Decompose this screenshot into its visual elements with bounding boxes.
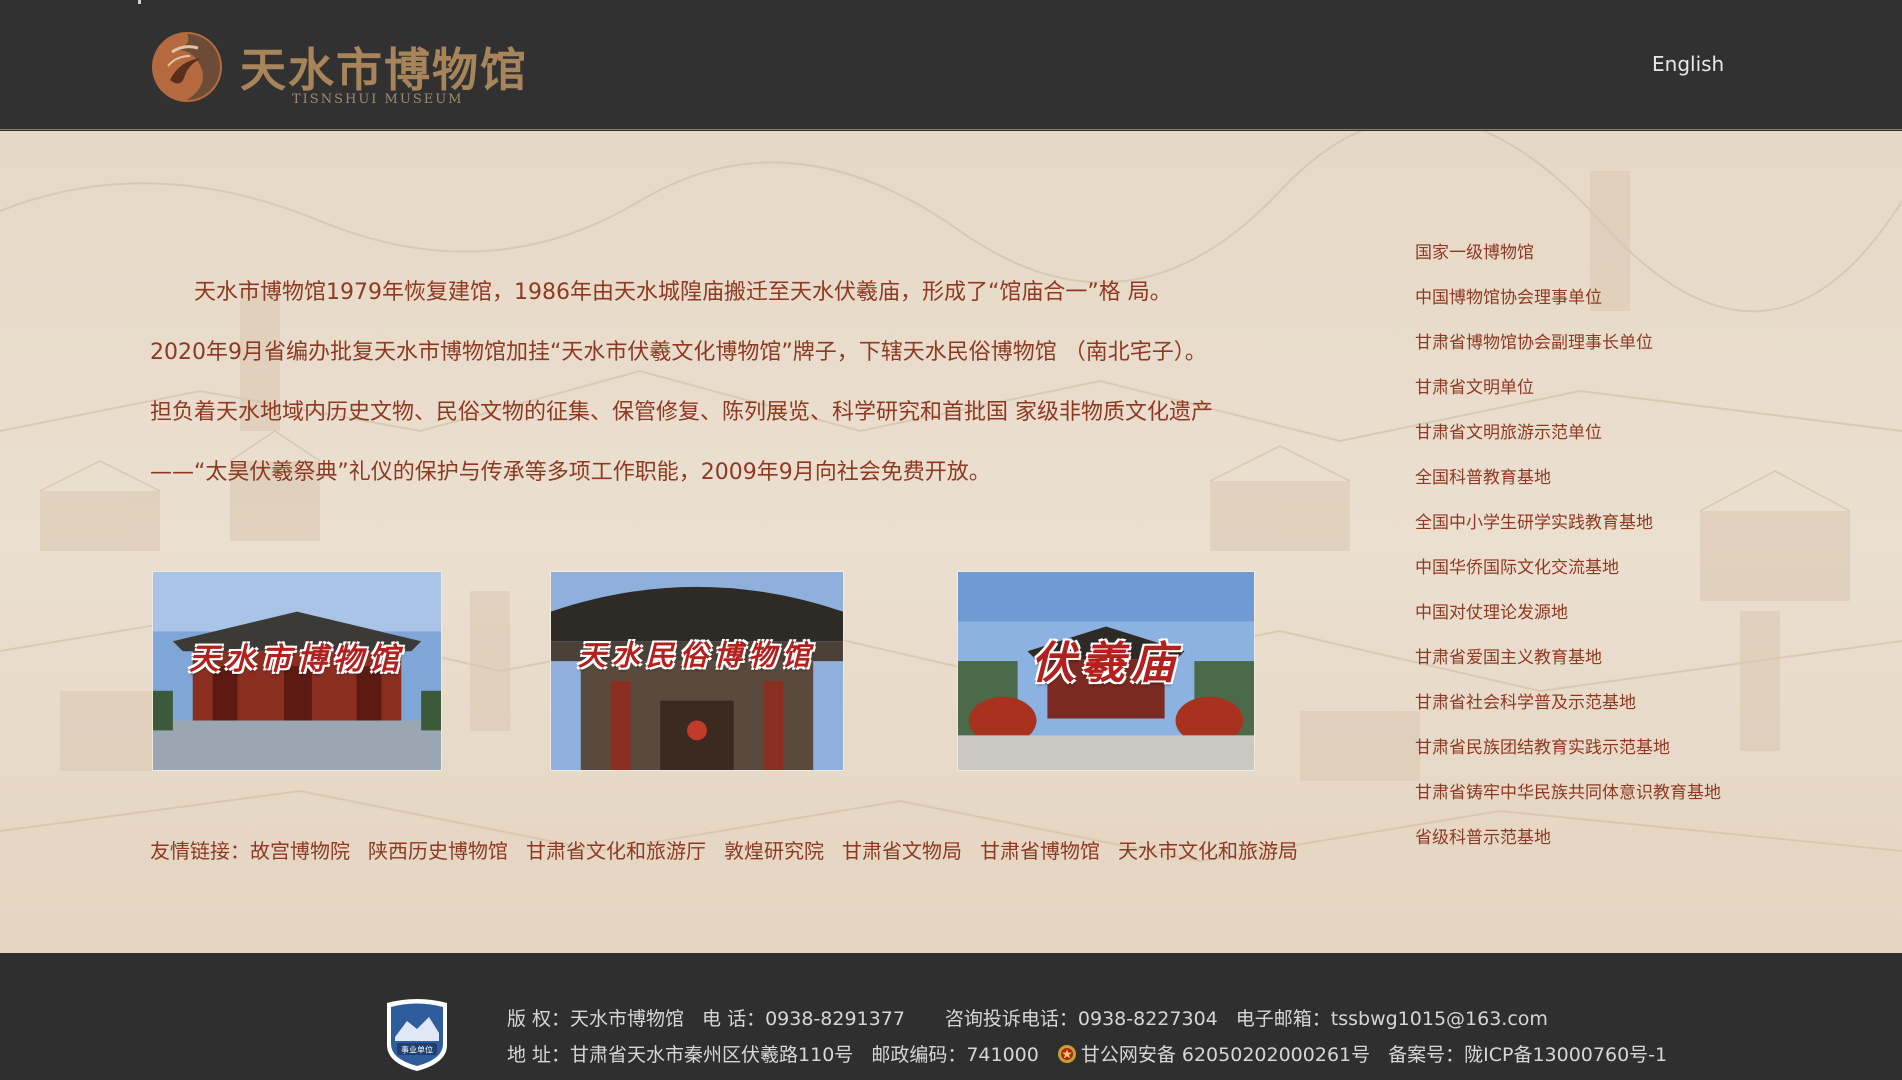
honor-item: 中国华侨国际文化交流基地 (1415, 558, 1619, 578)
honor-item: 甘肃省铸牢中华民族共同体意识教育基地 (1415, 783, 1721, 803)
link-gansu-culture-tourism[interactable]: 甘肃省文化和旅游厅 (526, 839, 706, 863)
honor-item: 甘肃省博物馆协会副理事长单位 (1415, 333, 1653, 353)
photo-caption: 天水市博物馆 (189, 642, 405, 677)
logo-title: 天水市博物馆 (240, 43, 528, 97)
footer-phone: 电 话：0938-8291377 (702, 1008, 905, 1030)
footer-address-line: 地 址：甘肃省天水市秦州区伏羲路110号 邮政编码：741000 甘公网安备 620… (507, 1040, 1667, 1067)
footer-icp-record[interactable]: 备案号：陇ICP备13000760号-1 (1388, 1044, 1667, 1066)
police-emblem-icon (1057, 1045, 1076, 1063)
honors-list: 国家一级博物馆 中国博物馆协会理事单位 甘肃省博物馆协会副理事长单位 甘肃省文明… (1415, 231, 1855, 861)
photo-caption: 伏羲庙 (1031, 638, 1181, 689)
honor-item: 甘肃省社会科学普及示范基地 (1415, 693, 1636, 713)
english-language-link[interactable]: English (1652, 52, 1724, 76)
intro-line: 天水市博物馆1979年恢复建馆，1986年由天水城隍庙搬迁至天水伏羲庙，形成了“… (194, 280, 1172, 305)
link-gansu-museum[interactable]: 甘肃省博物馆 (980, 839, 1100, 863)
link-dunhuang-academy[interactable]: 敦煌研究院 (724, 839, 824, 863)
logo-subtitle: TISNSHUI MUSEUM (292, 92, 464, 107)
site-logo[interactable]: 天水市博物馆 TISNSHUI MUSEUM (150, 28, 550, 112)
footer-copyright: 版 权：天水市博物馆 (507, 1008, 685, 1030)
footer-complaint-phone: 咨询投诉电话：0938-8227304 (944, 1008, 1218, 1030)
link-gansu-cultural-relics-bureau[interactable]: 甘肃省文物局 (842, 839, 962, 863)
honor-item: 甘肃省民族团结教育实践示范基地 (1415, 738, 1670, 758)
badge-label: 事业单位 (401, 1045, 433, 1055)
fuxi-temple-photo[interactable]: 伏羲庙 (957, 571, 1255, 771)
footer-postcode: 邮政编码：741000 (871, 1044, 1039, 1066)
folk-museum-photo[interactable]: 天水民俗博物馆 (550, 571, 844, 771)
honor-item: 全国中小学生研学实践教育基地 (1415, 513, 1653, 533)
site-header: 天水市博物馆 TISNSHUI MUSEUM English (0, 0, 1902, 130)
link-palace-museum[interactable]: 故宫博物院 (250, 839, 350, 863)
honor-item: 甘肃省文明单位 (1415, 378, 1534, 398)
honor-item: 甘肃省爱国主义教育基地 (1415, 648, 1602, 668)
intro-line: 担负着天水地域内历史文物、民俗文物的征集、保管修复、陈列展览、科学研究和首批国 … (150, 400, 1213, 425)
tianshui-museum-photo[interactable]: 天水市博物馆 (152, 571, 442, 771)
honor-item: 省级科普示范基地 (1415, 828, 1551, 848)
public-institution-badge-icon[interactable]: 事业单位 (383, 997, 451, 1073)
honor-item: 国家一级博物馆 (1415, 243, 1534, 263)
footer-address: 地 址：甘肃省天水市秦州区伏羲路110号 (507, 1044, 854, 1066)
honor-item: 中国对仗理论发源地 (1415, 603, 1568, 623)
venue-photos: 天水市博物馆 天水民俗博物馆 伏羲庙 (152, 571, 1255, 771)
honor-item: 中国博物馆协会理事单位 (1415, 288, 1602, 308)
footer-police-record[interactable]: 甘公网安备 62050202000261号 (1081, 1044, 1370, 1066)
link-tianshui-culture-tourism[interactable]: 天水市文化和旅游局 (1118, 839, 1298, 863)
site-footer: 事业单位 版 权：天水市博物馆电 话：0938-8291377 咨询投诉电话：09… (0, 953, 1902, 1080)
footer-contact-line: 版 权：天水市博物馆电 话：0938-8291377 咨询投诉电话：0938-82… (507, 1004, 1548, 1031)
photo-caption: 天水民俗博物馆 (577, 639, 816, 672)
intro-line: 2020年9月省编办批复天水市博物馆加挂“天水市伏羲文化博物馆”牌子，下辖天水民… (150, 340, 1207, 365)
header-accent (138, 0, 141, 4)
honor-item: 全国科普教育基地 (1415, 468, 1551, 488)
intro-line: ——“太昊伏羲祭典”礼仪的保护与传承等多项工作职能，2009年9月向社会免费开放… (150, 460, 991, 485)
footer-email[interactable]: 电子邮箱：tssbwg1015@163.com (1236, 1008, 1548, 1030)
museum-introduction: 天水市博物馆1979年恢复建馆，1986年由天水城隍庙搬迁至天水伏羲庙，形成了“… (150, 263, 1290, 503)
main-content: 天水市博物馆1979年恢复建馆，1986年由天水城隍庙搬迁至天水伏羲庙，形成了“… (0, 131, 1902, 953)
honor-item: 甘肃省文明旅游示范单位 (1415, 423, 1602, 443)
link-shaanxi-history-museum[interactable]: 陕西历史博物馆 (368, 839, 508, 863)
friendly-links-label: 友情链接： (150, 839, 250, 863)
friendly-links: 友情链接：故宫博物院 陕西历史博物馆 甘肃省文化和旅游厅 敦煌研究院 甘肃省文物局 甘肃省… (150, 835, 1316, 864)
museum-emblem-icon (152, 32, 222, 102)
